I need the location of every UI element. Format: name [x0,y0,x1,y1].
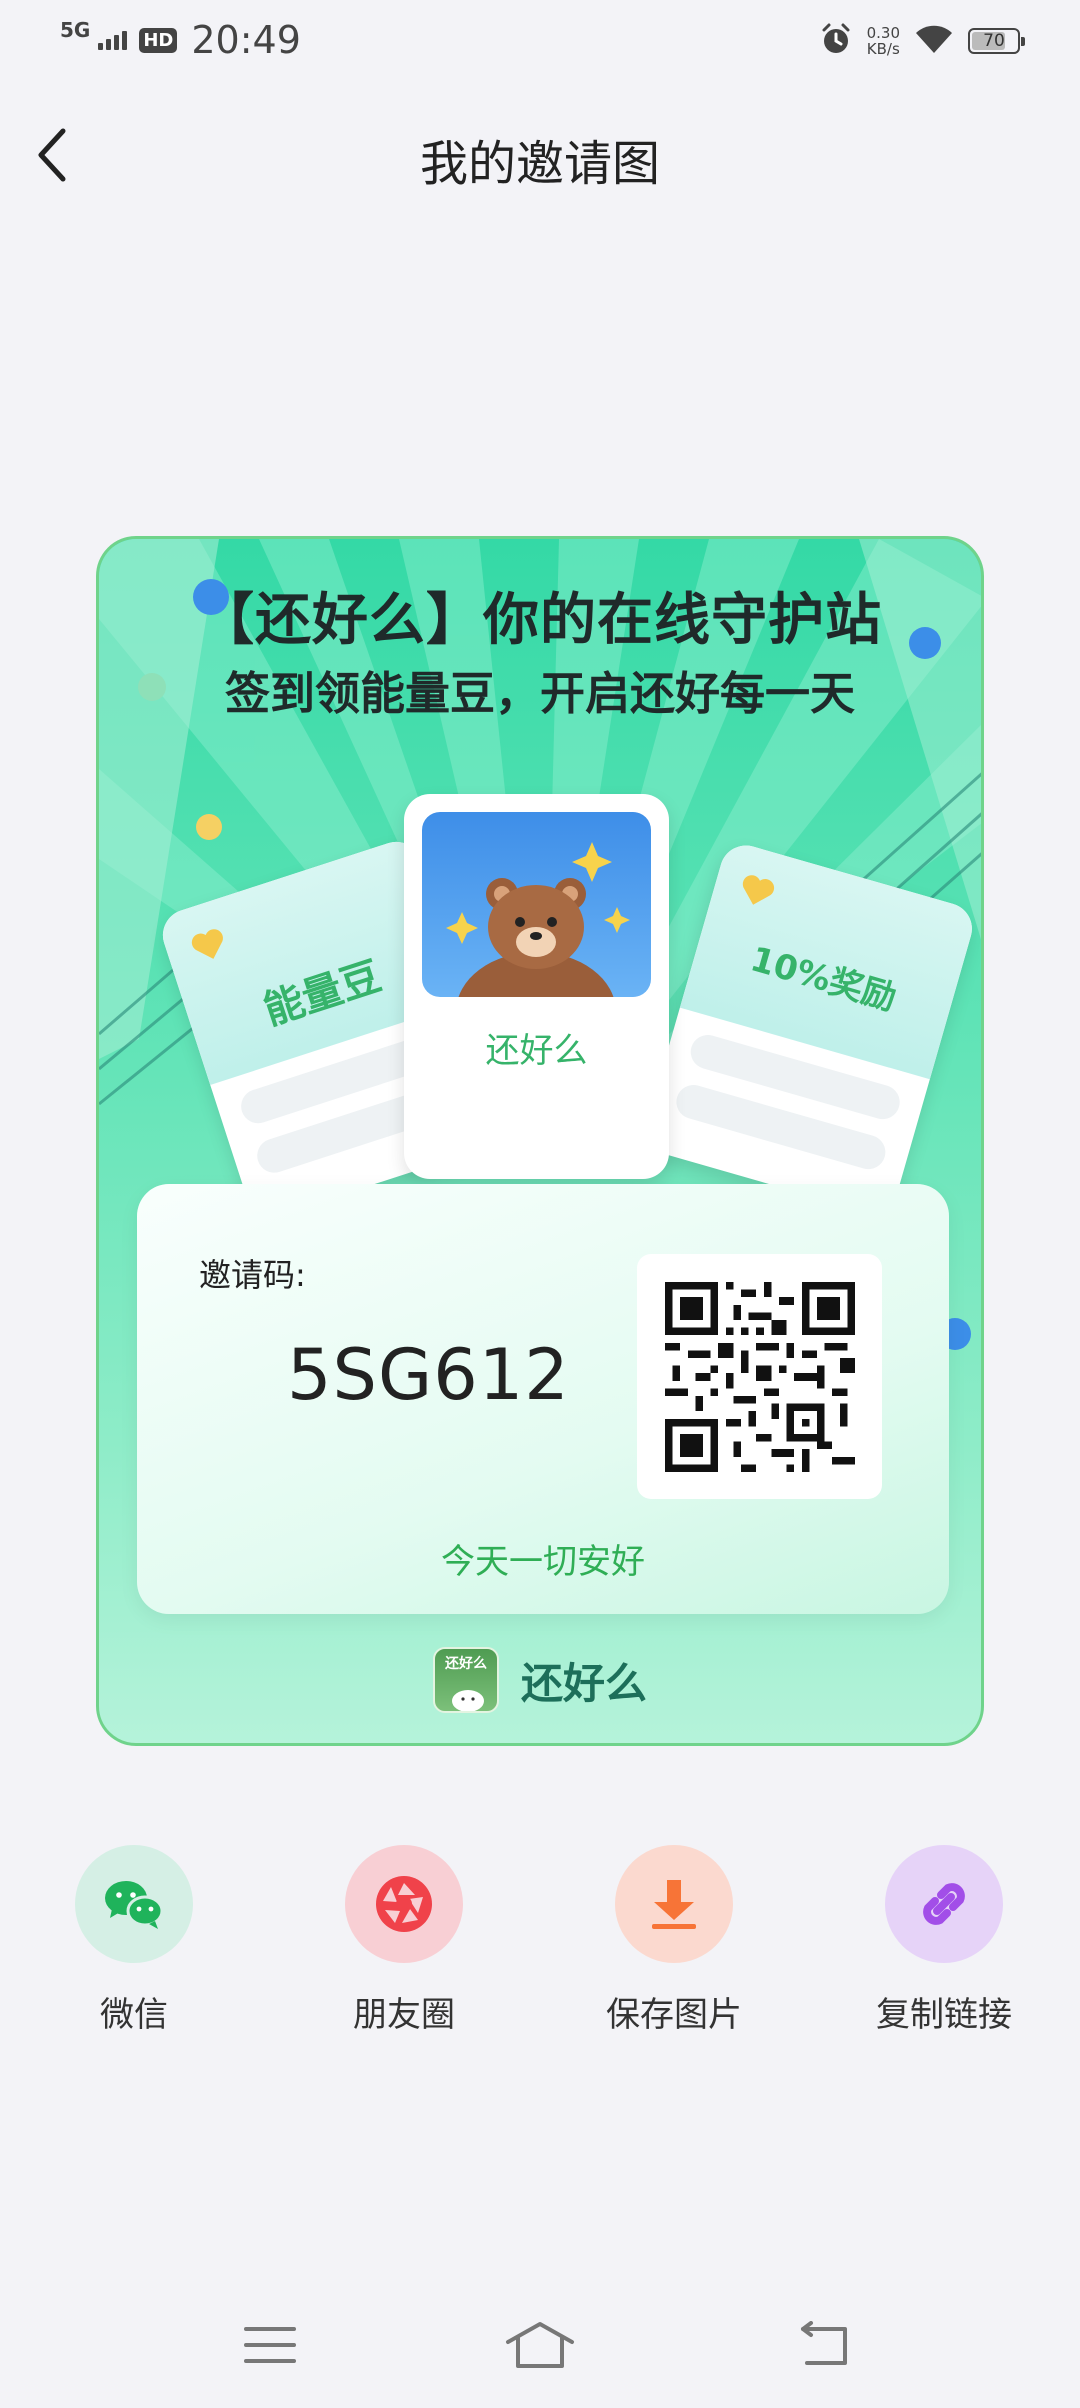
header: 我的邀请图 [0,110,1080,200]
network-speed-unit: KB/s [866,40,900,58]
qr-code [637,1254,882,1499]
copy-link-label: 复制链接 [876,1995,1012,2035]
system-nav-bar [0,2300,1080,2390]
status-bar: 5G HD 20:49 0.30 KB/s 70 [0,0,1080,86]
battery-icon: 70 [968,28,1025,54]
moments-icon [345,1845,463,1963]
mascot-label: 还好么 [485,1031,588,1071]
invite-code-label: 邀请码: [199,1256,306,1294]
home-button[interactable] [500,2315,580,2375]
brand: 还好么 还好么 [99,1647,981,1713]
invite-poster[interactable]: 【还好么】你的在线守护站 签到领能量豆，开启还好每一天 能量豆 10%奖励 还好… [96,536,984,1746]
mascot-card: 还好么 [404,794,669,1179]
tagline: 今天一切安好 [441,1542,645,1582]
return-icon [801,2321,847,2365]
poster-subline: 签到领能量豆，开启还好每一天 [224,667,855,720]
menu-icon [244,2327,296,2363]
heart-icon [191,929,223,959]
share-moments-label: 朋友圈 [353,1995,455,2035]
app-logo-icon: 还好么 [432,1647,499,1713]
home-icon [506,2322,574,2368]
share-options: 微信 朋友圈 保存图片 复制链接 [0,1845,1080,2045]
download-icon [615,1845,733,1963]
menu-button[interactable] [230,2315,310,2375]
hd-badge: HD [139,27,178,53]
copy-link-button[interactable]: 复制链接 [844,1845,1044,2036]
invite-code-panel: 邀请码: 5SG612 今天一切安好 [137,1184,949,1614]
network-type: 5G [60,18,91,42]
alarm-icon [819,22,853,60]
save-image-button[interactable]: 保存图片 [574,1845,774,2036]
page-title: 我的邀请图 [419,136,660,192]
qr-code-icon [664,1281,855,1472]
share-moments-button[interactable]: 朋友圈 [304,1845,504,2036]
reward-label: 10%奖励 [746,939,901,1019]
network-speed: 0.30 KB/s [867,25,900,57]
back-nav-button[interactable] [785,2315,865,2375]
brand-name: 还好么 [520,1658,647,1708]
bear-mascot-image [422,812,651,997]
battery-level: 70 [983,31,1005,51]
signal-icon [98,30,128,50]
share-wechat-button[interactable]: 微信 [34,1845,234,2036]
invite-code-value[interactable]: 5SG612 [287,1334,570,1416]
share-wechat-label: 微信 [100,1995,168,2035]
status-time: 20:49 [191,18,301,62]
poster-headline: 【还好么】你的在线守护站 [198,588,882,653]
heart-icon [742,875,775,905]
save-image-label: 保存图片 [606,1995,742,2035]
link-icon [885,1845,1003,1963]
wifi-icon [914,23,954,59]
wechat-icon [75,1845,193,1963]
